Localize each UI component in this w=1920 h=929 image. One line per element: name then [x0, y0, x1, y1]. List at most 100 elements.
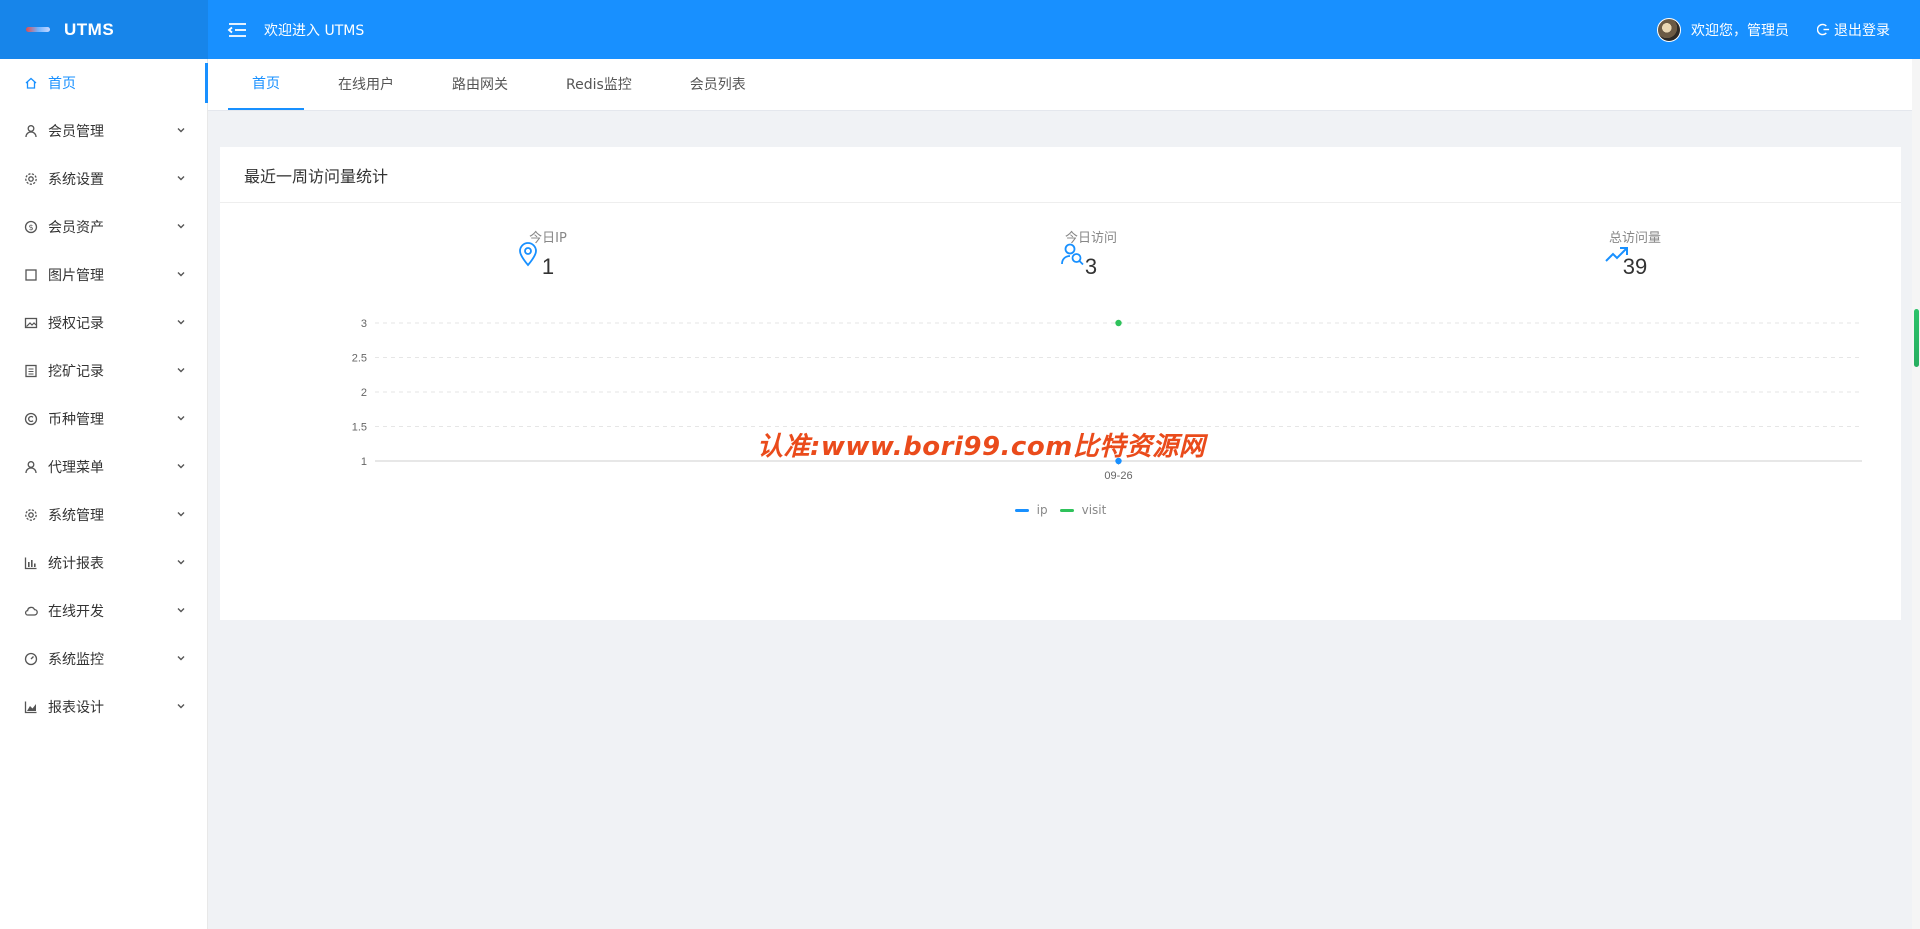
- sidebar-item-label: 挖矿记录: [48, 364, 104, 380]
- user-icon: [24, 124, 38, 138]
- chevron-down-icon: [175, 268, 187, 280]
- stat-label: 今日访问: [1064, 231, 1117, 246]
- svg-text:$: $: [28, 223, 33, 232]
- sidebar-item-label: 币种管理: [48, 412, 104, 428]
- user-greeting[interactable]: 欢迎您，管理员: [1691, 20, 1789, 40]
- x-tick-label: 09-26: [1104, 470, 1132, 482]
- sidebar-item[interactable]: $ 会员资产: [0, 203, 207, 251]
- stats-row: 今日IP 1 今日访问 3 总访问量 39: [220, 227, 1901, 287]
- tab[interactable]: Redis监控: [542, 58, 656, 110]
- chevron-down-icon: [175, 124, 187, 136]
- legend-item[interactable]: ip: [1014, 503, 1048, 517]
- avatar[interactable]: [1657, 17, 1681, 42]
- watermark: 认准:www.bori99.com比特资源网: [757, 432, 1206, 462]
- sidebar-item[interactable]: 图片管理: [0, 251, 207, 299]
- chevron-down-icon: [175, 316, 187, 328]
- brand[interactable]: UTMS: [0, 0, 208, 59]
- picture-icon: [24, 316, 38, 330]
- sidebar-item[interactable]: 会员管理: [0, 107, 207, 155]
- sidebar-item[interactable]: 挖矿记录: [0, 347, 207, 395]
- brand-logo: [24, 25, 54, 35]
- sidebar-item[interactable]: 系统设置: [0, 155, 207, 203]
- user-icon: [24, 460, 38, 474]
- sidebar-item-label: 授权记录: [48, 316, 104, 332]
- chevron-down-icon: [175, 556, 187, 568]
- cloud-icon: [24, 604, 38, 618]
- chevron-down-icon: [175, 172, 187, 184]
- sidebar-item-label: 报表设计: [48, 700, 104, 716]
- sidebar-item[interactable]: 统计报表: [0, 539, 207, 587]
- sidebar-item[interactable]: 系统监控: [0, 635, 207, 683]
- location-pin-icon: [516, 241, 542, 267]
- chart-legend: ip visit: [220, 503, 1901, 517]
- tab[interactable]: 首页: [228, 58, 304, 110]
- legend-swatch: [1059, 508, 1074, 512]
- tab[interactable]: 在线用户: [314, 58, 418, 110]
- y-tick-label: 3: [361, 318, 367, 330]
- chevron-down-icon: [175, 604, 187, 616]
- logout-button[interactable]: 退出登录: [1817, 20, 1890, 40]
- stat-total-visit: 总访问量 39: [1535, 227, 1735, 280]
- stat-label: 今日IP: [529, 231, 567, 246]
- tab-bar: 首页 在线用户 路由网关 Redis监控 会员列表: [208, 59, 1912, 111]
- data-point-visit: [1115, 319, 1122, 327]
- legend-item[interactable]: visit: [1059, 503, 1107, 517]
- visit-stats-card: 最近一周访问量统计 今日IP 1 今日访问 3 总访问量 39 3 2.5 2 1.5…: [220, 147, 1901, 620]
- top-header: UTMS 欢迎进入 UTMS 欢迎您，管理员 退出登录: [0, 0, 1920, 59]
- chevron-down-icon: [175, 364, 187, 376]
- y-tick-label: 1: [361, 456, 367, 468]
- y-tick-label: 2: [361, 387, 367, 399]
- sidebar-item[interactable]: 系统管理: [0, 491, 207, 539]
- card-title: 最近一周访问量统计: [220, 147, 1901, 203]
- page-scrollbar[interactable]: [1912, 59, 1920, 929]
- legend-swatch: [1014, 508, 1029, 512]
- chevron-down-icon: [175, 508, 187, 520]
- sidebar-item-label: 会员管理: [48, 124, 104, 140]
- stat-value: 39: [1622, 254, 1648, 279]
- chevron-down-icon: [175, 460, 187, 472]
- sidebar-item[interactable]: 授权记录: [0, 299, 207, 347]
- sidebar-item[interactable]: 在线开发: [0, 587, 207, 635]
- sidebar-item-label: 图片管理: [48, 268, 104, 284]
- sidebar-item-label: 系统管理: [48, 508, 104, 524]
- bar-chart-icon: [24, 556, 38, 570]
- sidebar: 首页会员管理系统设置 $ 会员资产图片管理授权记录挖矿记录币种管理代理菜单系统管理统…: [0, 59, 208, 929]
- area-chart-icon: [24, 700, 38, 714]
- sidebar-item-label: 系统监控: [48, 652, 104, 668]
- legend-label: ip: [1036, 503, 1048, 517]
- tab[interactable]: 路由网关: [428, 58, 532, 110]
- users-search-icon: [1060, 241, 1086, 267]
- y-tick-label: 2.5: [352, 353, 367, 365]
- scrollbar-thumb[interactable]: [1914, 309, 1919, 367]
- stat-value: 1: [541, 254, 555, 279]
- welcome-text: 欢迎进入 UTMS: [264, 22, 365, 39]
- list-icon: [24, 364, 38, 378]
- sidebar-item-label: 统计报表: [48, 556, 104, 572]
- sidebar-item[interactable]: 首页: [0, 59, 208, 107]
- square-icon: [24, 268, 38, 282]
- stat-value: 3: [1084, 254, 1098, 279]
- logout-label: 退出登录: [1834, 22, 1890, 39]
- sidebar-item[interactable]: 代理菜单: [0, 443, 207, 491]
- legend-label: visit: [1081, 503, 1107, 517]
- sidebar-item-label: 首页: [48, 76, 76, 92]
- tab[interactable]: 会员列表: [666, 58, 770, 110]
- visit-chart: 3 2.5 2 1.5 1 09-26: [280, 307, 1880, 507]
- menu-toggle-icon[interactable]: [226, 21, 248, 39]
- copyright-icon: [24, 412, 38, 426]
- stat-today-ip: 今日IP 1: [448, 227, 648, 280]
- chevron-down-icon: [175, 700, 187, 712]
- sidebar-item-label: 代理菜单: [48, 460, 104, 476]
- sidebar-item-label: 会员资产: [48, 220, 104, 236]
- stat-today-visit: 今日访问 3: [991, 227, 1191, 280]
- dollar-circle-icon: $: [24, 220, 38, 234]
- sidebar-item[interactable]: 报表设计: [0, 683, 207, 731]
- chevron-down-icon: [175, 412, 187, 424]
- gear-icon: [24, 508, 38, 522]
- y-tick-label: 1.5: [352, 422, 367, 434]
- chevron-down-icon: [175, 652, 187, 664]
- logout-icon: [1817, 23, 1830, 36]
- trend-up-icon: [1604, 241, 1630, 267]
- sidebar-item[interactable]: 币种管理: [0, 395, 207, 443]
- gear-icon: [24, 172, 38, 186]
